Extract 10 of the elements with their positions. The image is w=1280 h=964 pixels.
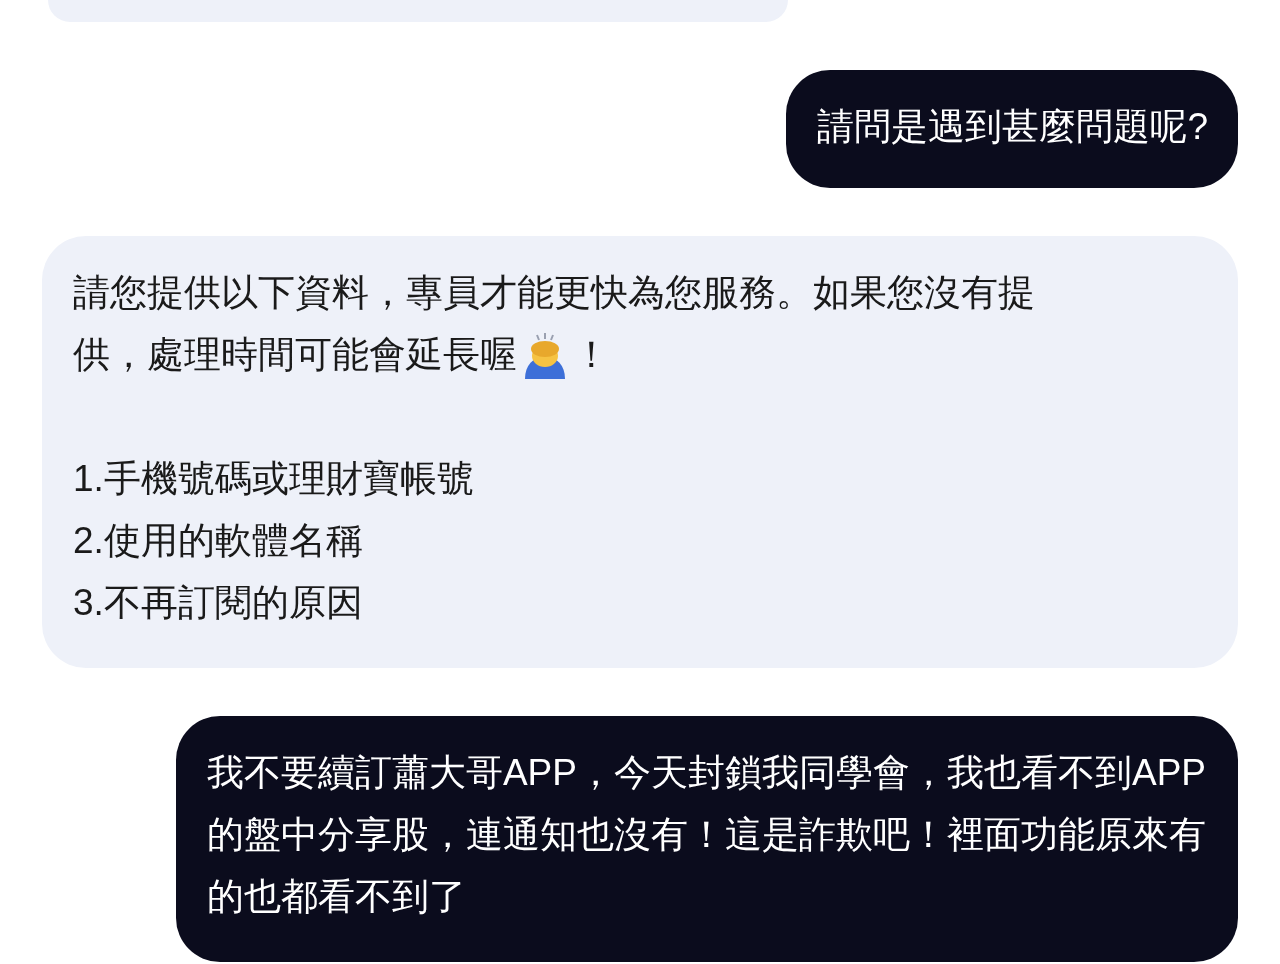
message-text: 的也都看不到了: [206, 875, 466, 919]
message-text: ！: [573, 333, 610, 377]
message-text: 1.手機號碼或理財寶帳號: [73, 457, 474, 501]
message-text: 的盤中分享股，連通知也沒有！這是詐欺吧！裡面功能原來有: [206, 813, 1206, 857]
message-text: 3.不再訂閱的原因: [73, 581, 363, 625]
message-text: 我不要續訂蕭大哥APP，今天封鎖我同學會，我也看不到APP: [206, 751, 1206, 795]
message-text: 2.使用的軟體名稱: [73, 519, 363, 563]
message-text: 請問是遇到甚麼問題呢?: [817, 105, 1208, 149]
message-text: 請您提供以下資料，專員才能更快為您服務。如果您沒有提: [73, 271, 1035, 315]
message-text: 供，處理時間可能會延長喔: [73, 333, 517, 377]
